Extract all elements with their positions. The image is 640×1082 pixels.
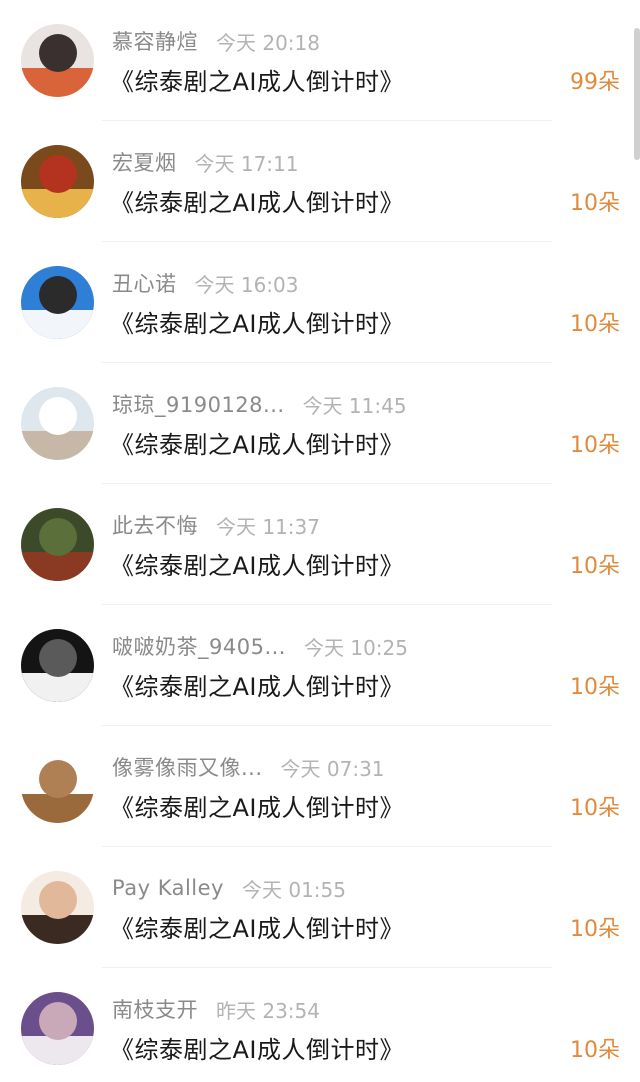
flower-count: 10朵 bbox=[570, 1038, 620, 1063]
user-name[interactable]: 南枝支开 bbox=[112, 994, 198, 1024]
user-name[interactable]: 此去不悔 bbox=[112, 510, 198, 540]
timestamp: 今天 17:11 bbox=[194, 151, 299, 176]
meta-line: 琼琼_9190128... 今天 11:45 bbox=[112, 389, 407, 419]
list-item[interactable]: Pay Kalley 今天 01:55 《综泰剧之AI成人倒计时》 10朵 bbox=[0, 847, 640, 968]
woman-portrait-avatar[interactable] bbox=[21, 871, 94, 944]
timestamp: 今天 16:03 bbox=[194, 272, 299, 297]
flower-count: 10朵 bbox=[570, 796, 620, 821]
book-title[interactable]: 《综泰剧之AI成人倒计时》 bbox=[110, 546, 404, 581]
meta-line: 丑心诺 今天 16:03 bbox=[112, 268, 299, 298]
book-title[interactable]: 《综泰剧之AI成人倒计时》 bbox=[110, 304, 404, 339]
book-title[interactable]: 《综泰剧之AI成人倒计时》 bbox=[110, 425, 404, 460]
gift-record-list: 慕容静煊 今天 20:18 《综泰剧之AI成人倒计时》 99朵宏夏烟 今天 17:11 《… bbox=[0, 0, 640, 1082]
scrollbar[interactable] bbox=[634, 28, 640, 160]
flower-count: 99朵 bbox=[570, 70, 620, 95]
book-title[interactable]: 《综泰剧之AI成人倒计时》 bbox=[110, 788, 404, 823]
man-portrait-avatar[interactable] bbox=[21, 992, 94, 1065]
meta-line: 慕容静煊 今天 20:18 bbox=[112, 26, 320, 56]
cat-avatar[interactable] bbox=[21, 629, 94, 702]
list-item[interactable]: 宏夏烟 今天 17:11 《综泰剧之AI成人倒计时》 10朵 bbox=[0, 121, 640, 242]
book-title[interactable]: 《综泰剧之AI成人倒计时》 bbox=[110, 667, 404, 702]
book-title[interactable]: 《综泰剧之AI成人倒计时》 bbox=[110, 183, 404, 218]
book-title[interactable]: 《综泰剧之AI成人倒计时》 bbox=[110, 62, 404, 97]
beach-scene-avatar[interactable] bbox=[21, 387, 94, 460]
user-name[interactable]: 丑心诺 bbox=[112, 268, 177, 298]
list-item[interactable]: 南枝支开 昨天 23:54 《综泰剧之AI成人倒计时》 10朵 bbox=[0, 968, 640, 1082]
book-title[interactable]: 《综泰剧之AI成人倒计时》 bbox=[110, 1030, 404, 1065]
forest-avatar[interactable] bbox=[21, 508, 94, 581]
meta-line: Pay Kalley 今天 01:55 bbox=[112, 873, 346, 903]
list-item[interactable]: 慕容静煊 今天 20:18 《综泰剧之AI成人倒计时》 99朵 bbox=[0, 0, 640, 121]
timestamp: 今天 07:31 bbox=[280, 756, 385, 781]
golden-warrior-avatar[interactable] bbox=[21, 145, 94, 218]
timestamp: 今天 20:18 bbox=[216, 30, 320, 55]
calligraphy-logo-avatar[interactable] bbox=[21, 750, 94, 823]
book-title[interactable]: 《综泰剧之AI成人倒计时》 bbox=[110, 909, 404, 944]
list-item[interactable]: 丑心诺 今天 16:03 《综泰剧之AI成人倒计时》 10朵 bbox=[0, 242, 640, 363]
timestamp: 今天 11:45 bbox=[302, 393, 407, 418]
user-name[interactable]: 琼琼_9190128... bbox=[112, 389, 285, 419]
flower-count: 10朵 bbox=[570, 917, 620, 942]
flower-count: 10朵 bbox=[570, 433, 620, 458]
user-name[interactable]: 慕容静煊 bbox=[112, 26, 198, 56]
girl-blue-sky-avatar[interactable] bbox=[21, 266, 94, 339]
flower-count: 10朵 bbox=[570, 312, 620, 337]
meta-line: 南枝支开 昨天 23:54 bbox=[112, 994, 320, 1024]
list-item[interactable]: 像雾像雨又像... 今天 07:31 《综泰剧之AI成人倒计时》 10朵 bbox=[0, 726, 640, 847]
timestamp: 今天 10:25 bbox=[303, 635, 408, 660]
meta-line: 宏夏烟 今天 17:11 bbox=[112, 147, 299, 177]
flower-count: 10朵 bbox=[570, 675, 620, 700]
timestamp: 今天 11:37 bbox=[216, 514, 320, 539]
list-item[interactable]: 琼琼_9190128... 今天 11:45 《综泰剧之AI成人倒计时》 10朵 bbox=[0, 363, 640, 484]
woman-in-red-hanfu-avatar[interactable] bbox=[21, 24, 94, 97]
list-item[interactable]: 此去不悔 今天 11:37 《综泰剧之AI成人倒计时》 10朵 bbox=[0, 484, 640, 605]
user-name[interactable]: 宏夏烟 bbox=[112, 147, 177, 177]
user-name[interactable]: 啵啵奶茶_9405... bbox=[112, 631, 286, 661]
list-item[interactable]: 啵啵奶茶_9405... 今天 10:25 《综泰剧之AI成人倒计时》 10朵 bbox=[0, 605, 640, 726]
flower-count: 10朵 bbox=[570, 554, 620, 579]
timestamp: 今天 01:55 bbox=[241, 877, 346, 902]
user-name[interactable]: Pay Kalley bbox=[112, 876, 224, 900]
meta-line: 此去不悔 今天 11:37 bbox=[112, 510, 320, 540]
user-name[interactable]: 像雾像雨又像... bbox=[112, 752, 263, 782]
timestamp: 昨天 23:54 bbox=[216, 998, 320, 1023]
meta-line: 像雾像雨又像... 今天 07:31 bbox=[112, 752, 385, 782]
meta-line: 啵啵奶茶_9405... 今天 10:25 bbox=[112, 631, 408, 661]
flower-count: 10朵 bbox=[570, 191, 620, 216]
